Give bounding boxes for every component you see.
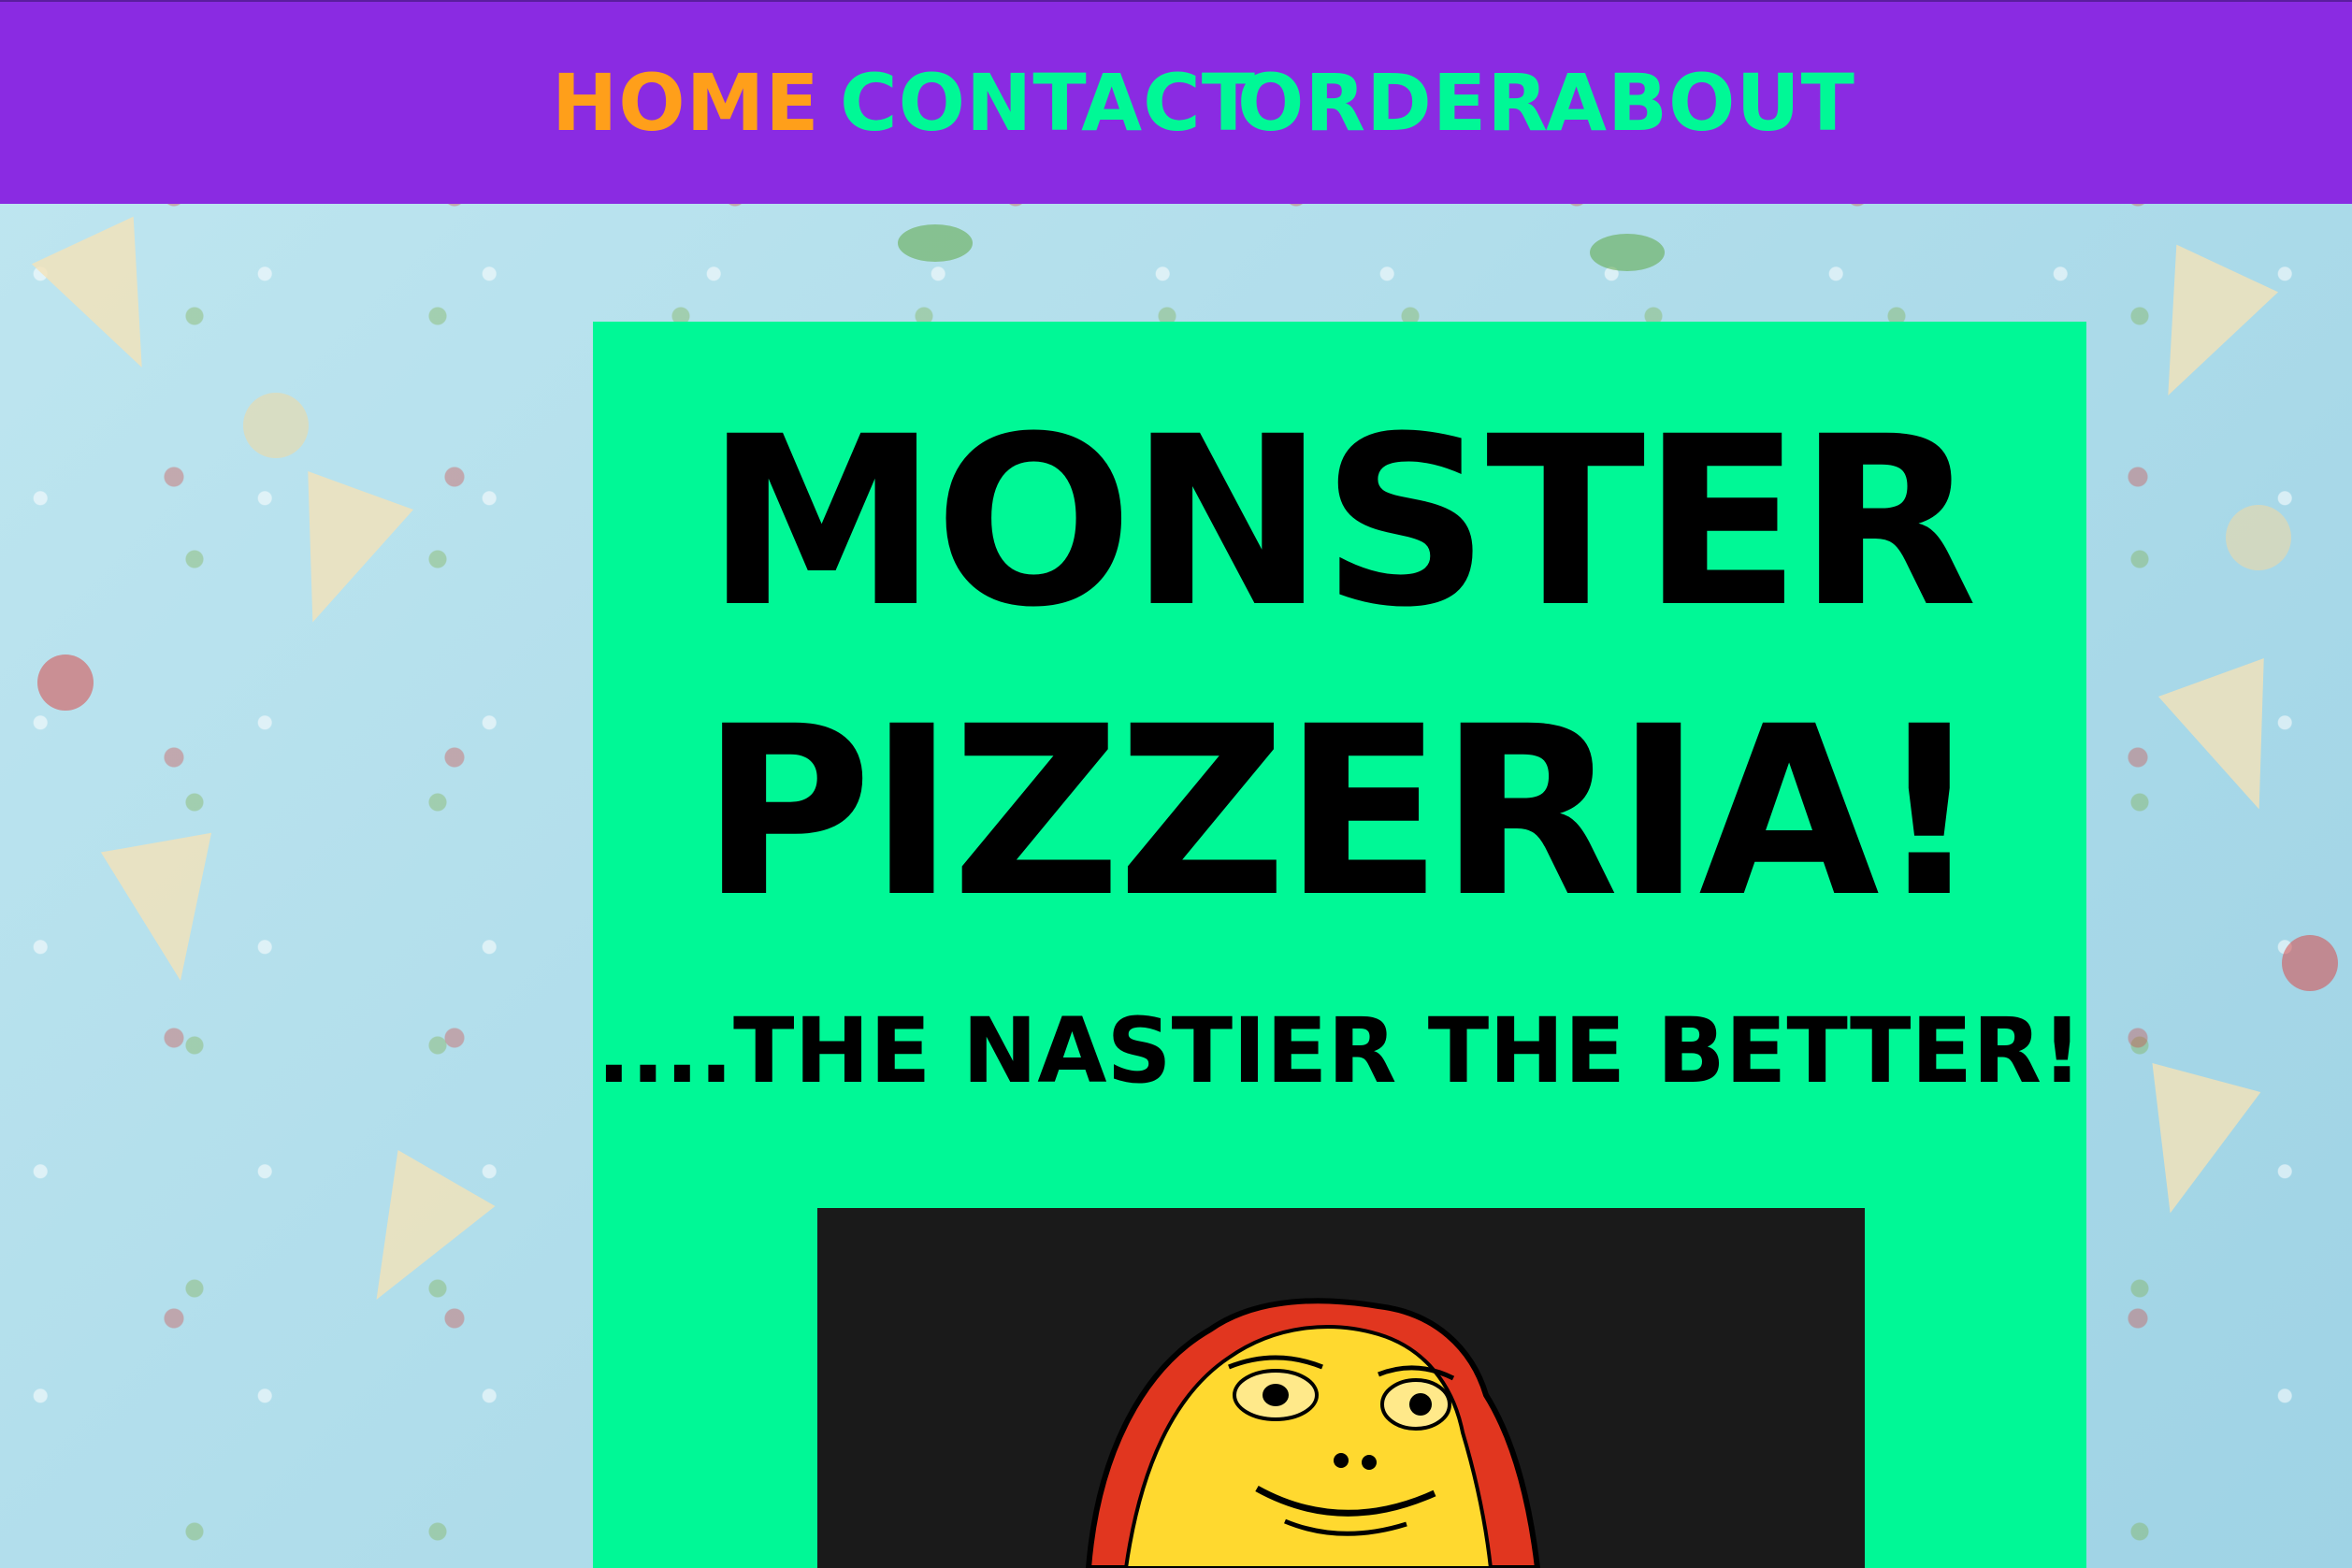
pizza-slice-decoration (259, 471, 414, 641)
title-line-2: PIZZERIA! (700, 676, 1983, 948)
nav-link-home[interactable]: HOME (552, 56, 820, 150)
nav-link-about[interactable]: ABOUT (1546, 56, 1855, 150)
onion-decoration (243, 393, 309, 458)
pepperoni-decoration (2282, 935, 2338, 991)
tagline: ....THE NASTIER THE BETTER! (597, 999, 2083, 1103)
pizza-monster-icon (1085, 1298, 1541, 1568)
pizza-slice-decoration (31, 216, 194, 392)
pizza-slice-decoration (2157, 658, 2313, 828)
pizza-slice-decoration (2116, 244, 2279, 420)
pizza-slice-decoration (100, 832, 237, 991)
parsley-decoration (898, 224, 973, 262)
nav-link-contact[interactable]: CONTACT (840, 56, 1256, 150)
onion-decoration (2226, 505, 2291, 570)
nav-link-order[interactable]: ORDER (1237, 56, 1549, 150)
pizza-slice-decoration (2115, 1063, 2261, 1228)
pizza-monster-illustration (817, 1208, 1865, 1568)
title-line-1: MONSTER (705, 386, 1977, 658)
parsley-decoration (1590, 234, 1665, 271)
top-navigation-bar: HOME CONTACT ORDER ABOUT (0, 0, 2352, 204)
page-title: MONSTER PIZZERIA! (593, 378, 2086, 957)
hero-panel: MONSTER PIZZERIA! ....THE NASTIER THE BE… (593, 322, 2086, 1568)
pepperoni-decoration (37, 655, 94, 711)
pizza-slice-decoration (327, 1150, 496, 1328)
